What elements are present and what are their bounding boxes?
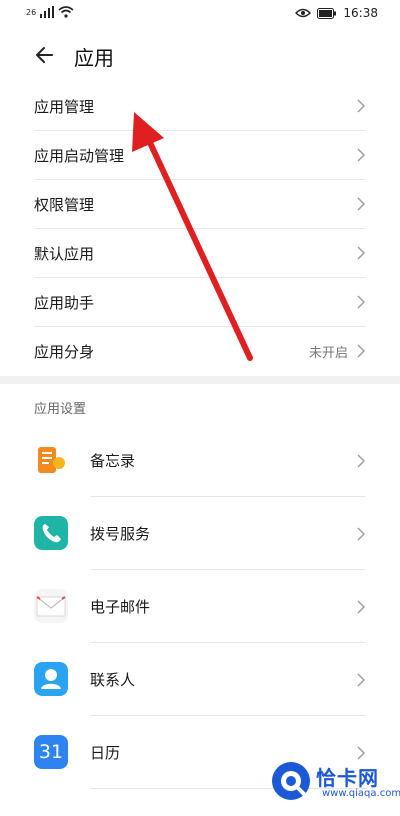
watermark-url: www.qiaqa.com bbox=[322, 788, 400, 799]
section-divider bbox=[0, 376, 400, 384]
status-bar: 26 16:38 bbox=[0, 0, 400, 28]
watermark: 恰卡网 www.qiaqa.com bbox=[270, 760, 400, 806]
menu-item-label: 应用管理 bbox=[34, 98, 95, 116]
signal-icon bbox=[40, 6, 55, 18]
chevron-right-icon bbox=[357, 148, 366, 162]
calendar-icon-day: 31 bbox=[38, 741, 64, 763]
status-left: 26 bbox=[26, 6, 74, 18]
menu-item-app-assistant[interactable]: 应用助手 bbox=[34, 278, 366, 327]
chevron-right-icon bbox=[357, 454, 366, 468]
network-type-label: 26 bbox=[26, 7, 37, 17]
chevron-right-icon bbox=[357, 746, 366, 760]
eye-comfort-icon bbox=[295, 8, 312, 18]
back-arrow-icon[interactable] bbox=[30, 40, 60, 70]
app-item-label: 日历 bbox=[90, 744, 121, 762]
menu-item-label: 权限管理 bbox=[34, 196, 95, 214]
chevron-right-icon bbox=[357, 527, 366, 541]
app-list: 备忘录 拨号服务 电子邮件 联系人 31 日历 bbox=[0, 424, 400, 789]
menu-item-label: 应用分身 bbox=[34, 343, 95, 361]
app-item-dialer[interactable]: 拨号服务 bbox=[34, 497, 366, 570]
menu-item-app-management[interactable]: 应用管理 bbox=[34, 82, 366, 131]
app-item-label: 联系人 bbox=[90, 671, 136, 689]
wifi-icon bbox=[58, 6, 74, 18]
menu-item-value: 未开启 bbox=[308, 346, 348, 361]
status-time: 16:38 bbox=[343, 6, 378, 20]
notes-icon bbox=[34, 443, 68, 477]
menu-item-label: 应用启动管理 bbox=[34, 147, 125, 165]
chevron-right-icon bbox=[357, 246, 366, 260]
settings-menu: 应用管理 应用启动管理 权限管理 默认应用 应用助手 应用分身 未开启 bbox=[0, 82, 400, 376]
menu-item-app-launch-management[interactable]: 应用启动管理 bbox=[34, 131, 366, 180]
app-header: 应用 bbox=[0, 32, 400, 76]
page-title: 应用 bbox=[74, 46, 114, 70]
chevron-right-icon bbox=[357, 600, 366, 614]
menu-item-permission-management[interactable]: 权限管理 bbox=[34, 180, 366, 229]
menu-item-label: 应用助手 bbox=[34, 294, 95, 312]
menu-item-label: 默认应用 bbox=[34, 245, 95, 263]
watermark-logo-icon bbox=[272, 762, 310, 800]
app-item-label: 备忘录 bbox=[90, 452, 136, 470]
app-item-notes[interactable]: 备忘录 bbox=[34, 424, 366, 497]
menu-item-default-apps[interactable]: 默认应用 bbox=[34, 229, 366, 278]
app-item-label: 拨号服务 bbox=[90, 525, 151, 543]
app-item-label: 电子邮件 bbox=[90, 598, 151, 616]
battery-icon bbox=[317, 7, 337, 19]
chevron-right-icon bbox=[357, 344, 366, 358]
chevron-right-icon bbox=[357, 197, 366, 211]
mail-icon bbox=[34, 589, 68, 623]
contacts-icon bbox=[34, 662, 68, 696]
section-title: 应用设置 bbox=[34, 402, 87, 417]
watermark-text: 恰卡网 bbox=[316, 766, 379, 790]
app-item-contacts[interactable]: 联系人 bbox=[34, 643, 366, 716]
status-right: 16:38 bbox=[295, 6, 378, 20]
menu-item-app-twin[interactable]: 应用分身 未开启 bbox=[34, 327, 366, 376]
calendar-icon: 31 bbox=[34, 735, 68, 769]
chevron-right-icon bbox=[357, 99, 366, 113]
phone-icon bbox=[34, 516, 68, 550]
chevron-right-icon bbox=[357, 295, 366, 309]
chevron-right-icon bbox=[357, 673, 366, 687]
app-item-email[interactable]: 电子邮件 bbox=[34, 570, 366, 643]
